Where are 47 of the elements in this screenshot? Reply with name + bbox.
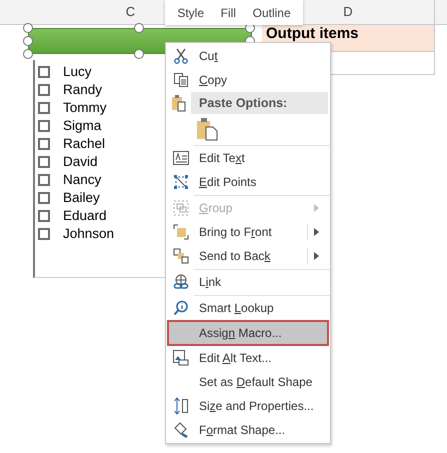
- clipboard-icon: [170, 94, 186, 112]
- list-item-label[interactable]: Bailey: [63, 191, 100, 205]
- menu-item[interactable]: Assign Macro...: [167, 320, 329, 346]
- menu-item[interactable]: Size and Properties...: [167, 394, 329, 418]
- list-item-label[interactable]: Tommy: [63, 101, 106, 115]
- submenu-arrow-icon: [314, 252, 319, 260]
- checkbox[interactable]: [38, 102, 50, 114]
- submenu-arrow-icon: [314, 228, 319, 236]
- paint-bucket-icon: [173, 422, 189, 438]
- checkbox[interactable]: [38, 192, 50, 204]
- menu-item[interactable]: Edit Alt Text...: [167, 346, 329, 370]
- text-box-icon: [173, 151, 189, 165]
- list-item-label[interactable]: Nancy: [63, 173, 102, 187]
- checkbox[interactable]: [38, 120, 50, 132]
- bring-front-icon: [173, 224, 189, 240]
- menu-item[interactable]: Smart Lookup: [167, 296, 329, 320]
- list-item-label[interactable]: Eduard: [63, 209, 107, 223]
- scissors-icon: [173, 48, 189, 64]
- group-icon: [173, 200, 189, 216]
- list-item-label[interactable]: Rachel: [63, 137, 106, 151]
- alt-text-icon: [173, 350, 189, 366]
- submenu-arrow-icon: [314, 204, 319, 212]
- checkbox[interactable]: [38, 174, 50, 186]
- checkbox[interactable]: [38, 138, 50, 150]
- checkbox[interactable]: [38, 228, 50, 240]
- menu-item[interactable]: Set as Default Shape: [167, 370, 329, 394]
- checkbox[interactable]: [38, 156, 50, 168]
- paste-options-header: Paste Options:: [191, 92, 328, 114]
- checkbox[interactable]: [38, 66, 50, 78]
- list-item-label[interactable]: Lucy: [63, 65, 92, 79]
- menu-item[interactable]: Format Shape...: [167, 418, 329, 442]
- list-item-label[interactable]: Johnson: [63, 227, 114, 241]
- checkbox[interactable]: [38, 210, 50, 222]
- size-icon: [173, 397, 189, 415]
- send-back-icon: [173, 248, 189, 264]
- resize-handle[interactable]: [134, 49, 144, 59]
- globe-link-icon: [173, 274, 189, 290]
- checkbox[interactable]: [38, 84, 50, 96]
- list-item-label[interactable]: Sigma: [63, 119, 102, 133]
- search-info-icon: [173, 300, 189, 316]
- list-item-label[interactable]: David: [63, 155, 98, 169]
- edit-points-icon: [173, 174, 189, 190]
- list-item-label[interactable]: Randy: [63, 83, 102, 97]
- copy-icon: [173, 72, 189, 88]
- toolbar-tab[interactable]: Style: [175, 4, 206, 22]
- toolbar-tab[interactable]: Fill: [218, 4, 238, 22]
- paste-option-icon[interactable]: [196, 117, 218, 141]
